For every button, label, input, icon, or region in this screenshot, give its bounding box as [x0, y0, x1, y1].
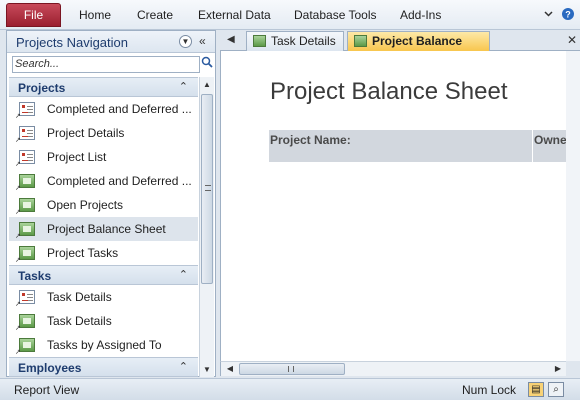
tab-project-balance-sheet[interactable]: Project Balance Sheet: [347, 31, 490, 66]
nav-item[interactable]: ↗ Project List: [9, 145, 198, 169]
report-title: Project Balance Sheet: [270, 78, 508, 105]
report-icon: [19, 198, 35, 212]
divider: [532, 130, 533, 162]
report-icon: [253, 35, 266, 47]
grip-icon: [288, 366, 294, 372]
grip-icon: [205, 185, 211, 191]
vertical-scrollbar[interactable]: [566, 51, 580, 361]
nav-item[interactable]: ↗ Task Details: [9, 285, 198, 309]
shortcut-arrow-icon: ↗: [15, 301, 21, 308]
owner-label: Owne: [534, 133, 567, 147]
help-icon[interactable]: ?: [561, 7, 575, 24]
shortcut-arrow-icon: ↗: [15, 161, 21, 168]
shortcut-arrow-icon: ↗: [15, 209, 21, 216]
tab-home[interactable]: Home: [79, 8, 111, 22]
tab-label: Task Details: [271, 34, 336, 48]
scrollbar-thumb[interactable]: [239, 363, 345, 375]
navigation-pane: Projects Navigation ▼ « Search... Projec…: [6, 30, 216, 377]
shortcut-arrow-icon: ↗: [15, 113, 21, 120]
collapse-group-icon[interactable]: ⌃: [179, 268, 188, 281]
close-icon[interactable]: ✕: [567, 33, 577, 47]
nav-item-label: Open Projects: [47, 198, 124, 212]
report-icon: [354, 35, 367, 47]
nav-item[interactable]: ↗ Completed and Deferred ...: [9, 97, 198, 121]
nav-item-label: Project Tasks: [47, 246, 119, 260]
collapse-group-icon[interactable]: ⌃: [179, 360, 188, 373]
nav-object-list: Projects ⌃ ↗ Completed and Deferred ... …: [9, 77, 198, 377]
report-icon: [19, 314, 35, 328]
group-label: Tasks: [18, 269, 52, 283]
scroll-corner: [566, 361, 580, 376]
nav-menu-dropdown-icon[interactable]: ▼: [179, 35, 192, 48]
group-label: Employees: [18, 361, 82, 375]
nav-item-label: Task Details: [47, 314, 112, 328]
nav-item[interactable]: ↗ Task Details: [9, 309, 198, 333]
nav-item[interactable]: ↗ Project Details: [9, 121, 198, 145]
horizontal-scrollbar[interactable]: ◀ ▶: [220, 361, 566, 376]
shortcut-arrow-icon: ↗: [15, 233, 21, 240]
nav-item[interactable]: ↗ Open Projects: [9, 193, 198, 217]
nav-item-label: Completed and Deferred ...: [47, 102, 192, 116]
scroll-up-icon[interactable]: ▲: [200, 77, 214, 92]
report-header-band: Project Name: Owne: [269, 130, 578, 162]
nav-item-label: Project Balance Sheet: [47, 222, 166, 236]
tab-task-details[interactable]: Task Details: [246, 31, 344, 51]
collapse-group-icon[interactable]: ⌃: [179, 80, 188, 93]
print-preview-icon[interactable]: ⌕: [548, 382, 564, 397]
scroll-down-icon[interactable]: ▼: [200, 362, 214, 377]
report-icon: [19, 174, 35, 188]
shortcut-arrow-icon: ↗: [15, 349, 21, 356]
report-icon: [19, 222, 35, 236]
scroll-left-icon[interactable]: ◀: [223, 362, 237, 376]
status-view-text: Report View: [14, 383, 80, 397]
scroll-right-icon[interactable]: ▶: [551, 362, 565, 376]
num-lock-indicator: Num Lock: [462, 383, 517, 397]
form-icon: [19, 150, 35, 164]
tab-scroll-left-icon[interactable]: ◀: [227, 34, 235, 45]
tab-add-ins[interactable]: Add-Ins: [400, 8, 441, 22]
shortcut-arrow-icon: ↗: [15, 137, 21, 144]
form-icon: [19, 290, 35, 304]
nav-item-label: Completed and Deferred ...: [47, 174, 192, 188]
file-tab[interactable]: File: [6, 3, 61, 27]
shortcut-arrow-icon: ↗: [15, 325, 21, 332]
collapse-nav-icon[interactable]: «: [199, 34, 206, 48]
nav-group-employees[interactable]: Employees ⌃: [9, 357, 198, 377]
report-icon: [19, 246, 35, 260]
nav-item-label: Task Details: [47, 290, 112, 304]
nav-item-label: Tasks by Assigned To: [47, 338, 162, 352]
nav-item[interactable]: ↗ Completed and Deferred ...: [9, 169, 198, 193]
report-icon: [19, 338, 35, 352]
shortcut-arrow-icon: ↗: [15, 185, 21, 192]
nav-item[interactable]: ↗ Project Tasks: [9, 241, 198, 265]
nav-item-label: Project List: [47, 150, 107, 164]
project-name-label: Project Name:: [270, 133, 351, 147]
svg-text:?: ?: [565, 10, 571, 20]
form-icon: [19, 102, 35, 116]
nav-search-input[interactable]: Search...: [12, 56, 200, 73]
search-icon[interactable]: [200, 56, 214, 73]
status-bar: Report View Num Lock ▤ ⌕: [0, 378, 580, 400]
nav-item-label: Project Details: [47, 126, 125, 140]
form-icon: [19, 126, 35, 140]
nav-header: Projects Navigation ▼ «: [7, 31, 215, 53]
document-tab-bar: ◀ Task Details Project Balance Sheet ✕: [220, 30, 580, 66]
nav-item-selected[interactable]: ↗ Project Balance Sheet: [9, 217, 198, 241]
shortcut-arrow-icon: ↗: [15, 257, 21, 264]
ribbon-bar: File Home Create External Data Database …: [0, 0, 580, 30]
report-view: Project Balance Sheet Project Name: Owne: [220, 51, 578, 361]
collapse-ribbon-icon[interactable]: [543, 8, 554, 22]
nav-item[interactable]: ↗ Tasks by Assigned To: [9, 333, 198, 357]
nav-group-tasks[interactable]: Tasks ⌃: [9, 265, 198, 285]
nav-title[interactable]: Projects Navigation: [16, 35, 128, 50]
nav-scrollbar[interactable]: ▲ ▼: [199, 77, 214, 377]
tab-external-data[interactable]: External Data: [198, 8, 271, 22]
report-view-icon[interactable]: ▤: [528, 382, 544, 397]
tab-database-tools[interactable]: Database Tools: [294, 8, 377, 22]
scrollbar-thumb[interactable]: [201, 94, 213, 284]
nav-group-projects[interactable]: Projects ⌃: [9, 77, 198, 97]
tab-create[interactable]: Create: [137, 8, 173, 22]
group-label: Projects: [18, 81, 66, 95]
